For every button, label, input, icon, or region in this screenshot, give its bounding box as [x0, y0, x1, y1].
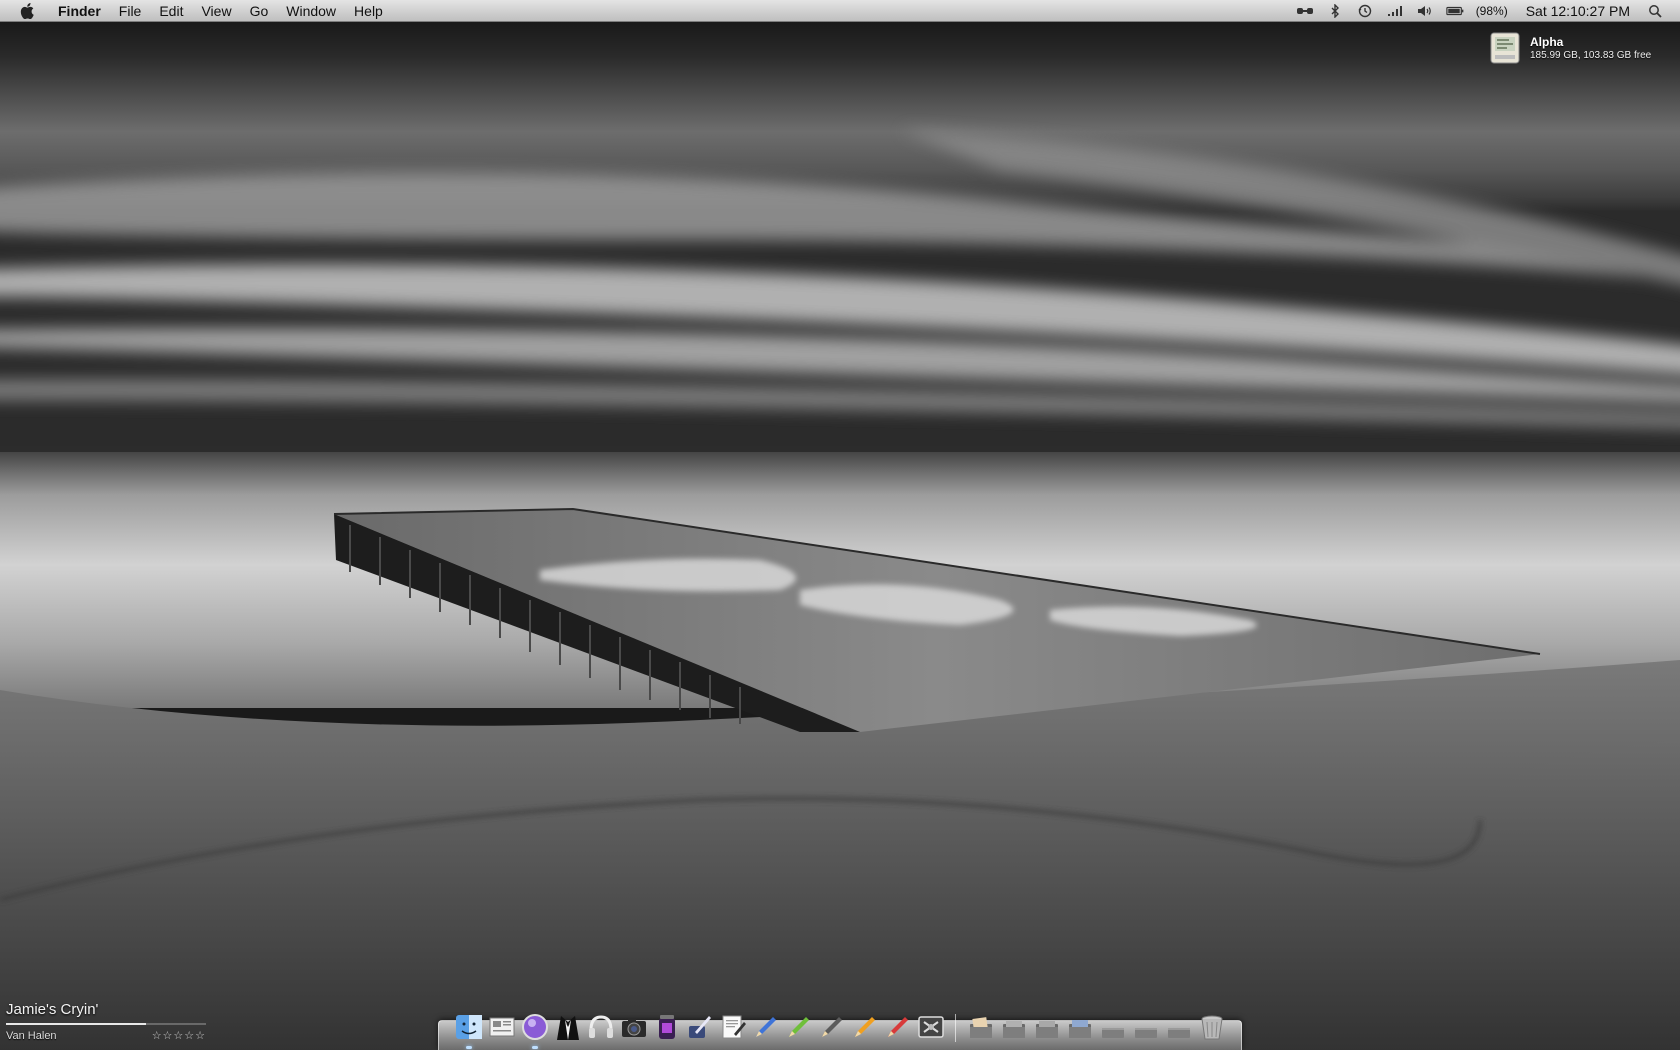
headphones-icon[interactable]: [586, 1012, 616, 1042]
track-title[interactable]: Jamie's Cryin': [6, 1000, 206, 1020]
folder-stack-icon[interactable]: [999, 1012, 1029, 1042]
purple-orb-icon[interactable]: [520, 1012, 550, 1049]
pencil-green-icon[interactable]: [784, 1012, 814, 1042]
track-progress-bar[interactable]: [6, 1023, 206, 1025]
folder-stack-icon[interactable]: [1131, 1012, 1161, 1042]
media-jar-icon[interactable]: [652, 1012, 682, 1042]
folder-stack-icon[interactable]: [1098, 1012, 1128, 1042]
pencil-blue-icon[interactable]: [751, 1012, 781, 1042]
pencil-orange-icon[interactable]: [850, 1012, 880, 1042]
menu-file[interactable]: File: [110, 0, 151, 22]
pencil-gray-icon[interactable]: [817, 1012, 847, 1042]
menu-clock[interactable]: Sat 12:10:27 PM: [1526, 3, 1630, 19]
newspaper-icon[interactable]: [487, 1012, 517, 1042]
folder-stack-icon[interactable]: [1164, 1012, 1194, 1042]
track-progress-fill: [6, 1023, 146, 1025]
menu-view[interactable]: View: [192, 0, 240, 22]
menu-help[interactable]: Help: [345, 0, 392, 22]
battery-icon[interactable]: [1446, 3, 1464, 19]
volume-icon[interactable]: [1416, 3, 1434, 19]
bluetooth-icon[interactable]: [1326, 3, 1344, 19]
hard-drive-icon[interactable]: [1488, 31, 1522, 65]
menu-app-name[interactable]: Finder: [50, 0, 110, 22]
dock-separator: [955, 1014, 956, 1042]
spotlight-icon[interactable]: [1646, 3, 1664, 19]
textedit-icon[interactable]: [718, 1012, 748, 1042]
bridge-icon[interactable]: [1296, 3, 1314, 19]
wifi-icon[interactable]: [1386, 3, 1404, 19]
desktop-wallpaper: [0, 0, 1680, 1050]
tuxedo-icon[interactable]: [553, 1012, 583, 1042]
apple-logo-icon[interactable]: [16, 0, 38, 22]
battery-percent[interactable]: (98%): [1476, 4, 1508, 18]
menu-window[interactable]: Window: [277, 0, 345, 22]
now-playing-widget[interactable]: Jamie's Cryin' Van Halen ☆☆☆☆☆: [6, 1000, 206, 1048]
drive-widget[interactable]: Alpha 185.99 GB, 103.83 GB free: [1488, 30, 1678, 66]
track-artist: Van Halen: [6, 1029, 57, 1042]
pencil-red-icon[interactable]: [883, 1012, 913, 1042]
time-machine-icon[interactable]: [1356, 3, 1374, 19]
dock: [438, 1004, 1242, 1050]
utility-icon[interactable]: [916, 1012, 946, 1042]
drive-name: Alpha: [1530, 34, 1564, 49]
menu-go[interactable]: Go: [241, 0, 278, 22]
folder-stack-icon[interactable]: [1065, 1012, 1095, 1042]
menu-bar: Finder File Edit View Go Window Help (98…: [0, 0, 1680, 22]
folder-stack-icon[interactable]: [1032, 1012, 1062, 1042]
drive-info: 185.99 GB, 103.83 GB free: [1530, 49, 1652, 61]
menu-edit[interactable]: Edit: [150, 0, 192, 22]
folder-stack-icon[interactable]: [966, 1012, 996, 1042]
trash-icon[interactable]: [1197, 1012, 1227, 1042]
camera-icon[interactable]: [619, 1012, 649, 1042]
finder-icon[interactable]: [454, 1012, 484, 1049]
quill-pen-icon[interactable]: [685, 1012, 715, 1042]
track-rating-stars[interactable]: ☆☆☆☆☆: [152, 1029, 206, 1042]
